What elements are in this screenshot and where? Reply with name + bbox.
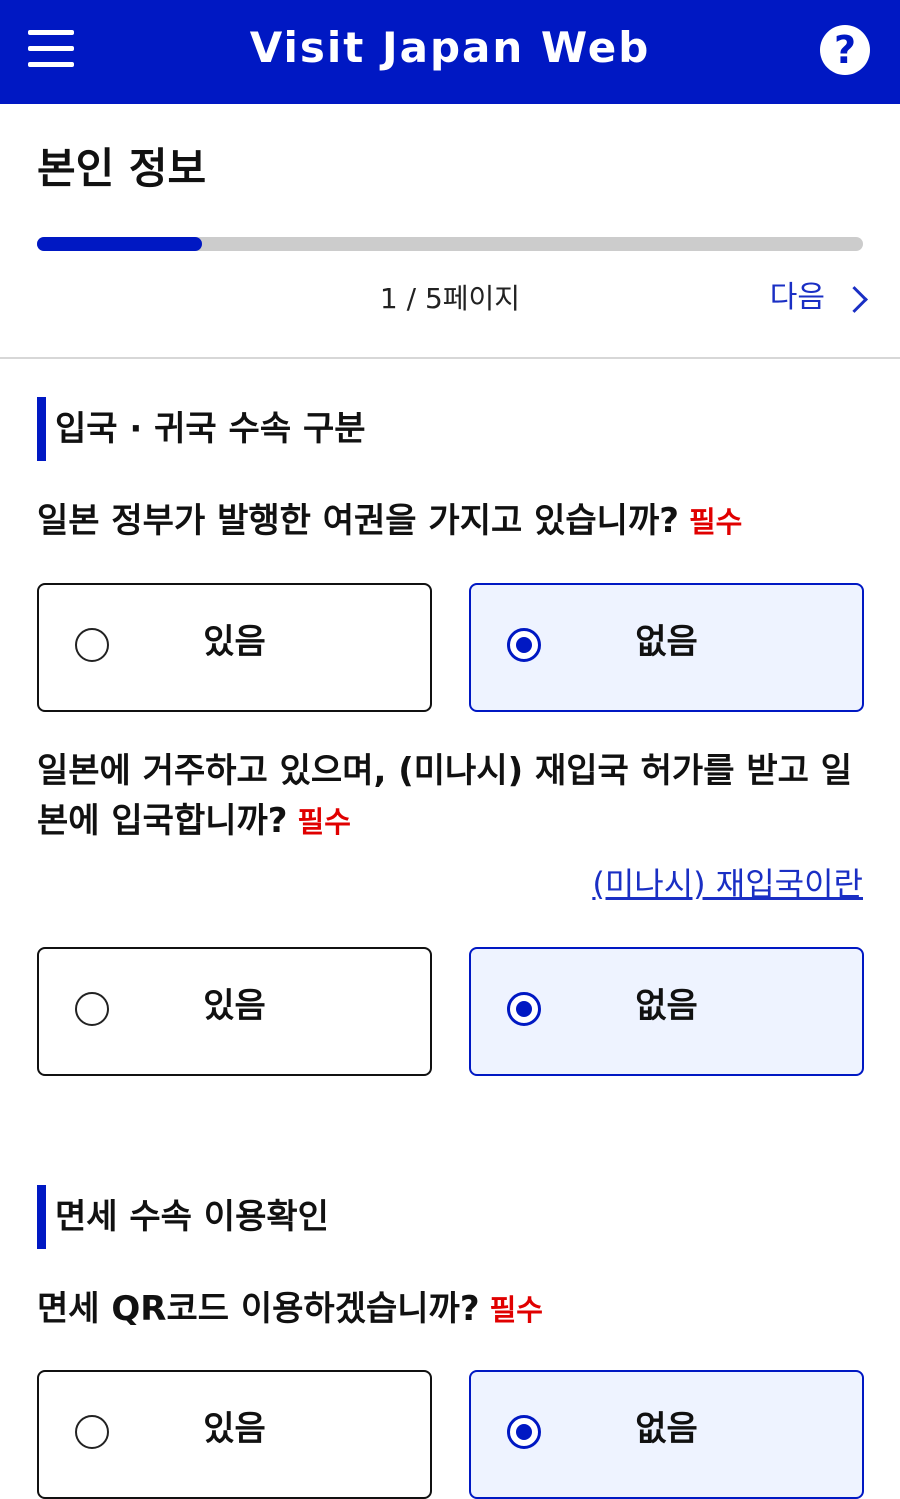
question-text-line1: 일본에 거주하고 있으며, (미나시) 재입국 허가를 받고 일 bbox=[37, 751, 853, 791]
next-page-link[interactable]: 다음 bbox=[769, 278, 868, 318]
required-badge: 필수 bbox=[297, 805, 351, 839]
page-title: 본인 정보 bbox=[37, 144, 207, 193]
section-accent-bar bbox=[37, 397, 46, 461]
taxfree-option-yes[interactable]: 있음 bbox=[37, 1370, 432, 1499]
passport-option-no[interactable]: 없음 bbox=[469, 583, 864, 712]
divider bbox=[0, 357, 900, 359]
option-label: 없음 bbox=[635, 986, 698, 1026]
option-label: 있음 bbox=[203, 622, 266, 662]
next-label: 다음 bbox=[769, 280, 825, 315]
question-text: 일본 정부가 발행한 여권을 가지고 있습니까? bbox=[37, 501, 679, 541]
reentry-option-yes[interactable]: 있음 bbox=[37, 947, 432, 1076]
section-accent-bar bbox=[37, 1185, 46, 1249]
help-question-icon[interactable]: ? bbox=[820, 25, 870, 75]
progress-fill bbox=[37, 237, 203, 251]
section-title-entry-type: 입국 · 귀국 수속 구분 bbox=[55, 409, 366, 449]
reentry-option-no[interactable]: 없음 bbox=[469, 947, 864, 1076]
question-japanese-passport: 일본 정부가 발행한 여권을 가지고 있습니까? 필수 bbox=[37, 496, 867, 547]
required-badge: 필수 bbox=[489, 1293, 543, 1327]
page-indicator: 1 / 5페이지 bbox=[379, 282, 521, 315]
question-text-line2: 본에 입국합니까? bbox=[37, 801, 288, 841]
question-reentry-permit: 일본에 거주하고 있으며, (미나시) 재입국 허가를 받고 일 본에 입국합니… bbox=[37, 746, 867, 847]
app-header: Visit Japan Web ? bbox=[0, 0, 900, 104]
chevron-right-icon bbox=[841, 285, 868, 313]
option-label: 없음 bbox=[635, 622, 698, 662]
taxfree-option-no[interactable]: 없음 bbox=[469, 1370, 864, 1499]
option-label: 있음 bbox=[203, 986, 266, 1026]
required-badge: 필수 bbox=[688, 505, 743, 539]
section-title-tax-free: 면세 수속 이용확인 bbox=[55, 1197, 329, 1237]
progress-bar bbox=[37, 237, 863, 251]
option-label: 없음 bbox=[635, 1409, 698, 1449]
question-tax-free-qr: 면세 QR코드 이용하겠습니까? 필수 bbox=[37, 1284, 867, 1335]
passport-option-yes[interactable]: 있음 bbox=[37, 583, 432, 712]
reentry-info-link[interactable]: (미나시) 재입국이란 bbox=[592, 862, 863, 906]
app-title: Visit Japan Web bbox=[249, 23, 651, 72]
question-text: 면세 QR코드 이용하겠습니까? bbox=[37, 1289, 480, 1329]
option-label: 있음 bbox=[203, 1409, 266, 1449]
